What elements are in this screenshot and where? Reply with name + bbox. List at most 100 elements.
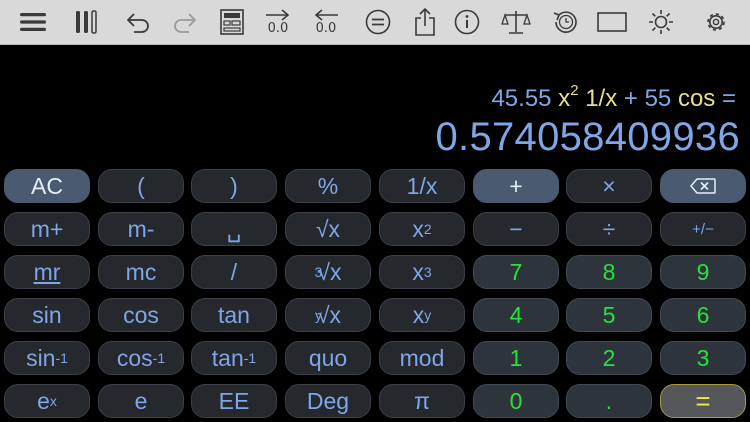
- backspace-key[interactable]: [660, 169, 746, 203]
- quotient-key[interactable]: quo: [285, 341, 371, 375]
- exponential-key[interactable]: ex: [4, 384, 90, 418]
- divide-key[interactable]: ÷: [566, 212, 652, 246]
- columns-icon: [76, 10, 97, 34]
- expression-operand-2: 55: [644, 85, 678, 112]
- sine-key[interactable]: sin: [4, 298, 90, 332]
- memory-clear-key[interactable]: mc: [98, 255, 184, 289]
- exponent-entry-key[interactable]: EE: [191, 384, 277, 418]
- layout-button[interactable]: [215, 6, 249, 38]
- settings-icon: [707, 13, 725, 31]
- cube-key-label: x: [412, 258, 424, 285]
- undo-icon: [127, 13, 149, 33]
- digit-2-key[interactable]: 2: [566, 341, 652, 375]
- arccosine-key[interactable]: cos -1: [98, 341, 184, 375]
- memory-subtract-key[interactable]: m-: [98, 212, 184, 246]
- digit-9-key[interactable]: 9: [660, 255, 746, 289]
- square-root-key[interactable]: √x: [285, 212, 371, 246]
- equals-key[interactable]: =: [660, 384, 746, 418]
- menu-button[interactable]: [16, 6, 50, 38]
- digit-1-key[interactable]: 1: [473, 341, 559, 375]
- equals-button[interactable]: [361, 6, 395, 38]
- expression-reciprocal: 1/x: [578, 85, 618, 112]
- space-key[interactable]: ␣: [191, 212, 277, 246]
- pi-key[interactable]: π: [379, 384, 465, 418]
- multiply-key[interactable]: ×: [566, 169, 652, 203]
- digit-4-key[interactable]: 4: [473, 298, 559, 332]
- exponential-key-label: e: [37, 387, 50, 414]
- result-value: 0.574058409936: [435, 115, 740, 159]
- digit-8-key[interactable]: 8: [566, 255, 652, 289]
- cube-key[interactable]: x3: [379, 255, 465, 289]
- expression-line: 45.55 x2 1/x + 55 cos =: [491, 82, 736, 113]
- settings-button[interactable]: [699, 6, 733, 38]
- move-left-button[interactable]: 0.0: [309, 6, 343, 38]
- slash-key[interactable]: /: [191, 255, 277, 289]
- euler-key[interactable]: e: [98, 384, 184, 418]
- minus-key[interactable]: −: [473, 212, 559, 246]
- angle-mode-key[interactable]: Deg: [285, 384, 371, 418]
- scale-button[interactable]: [499, 6, 533, 38]
- plus-minus-key[interactable]: +/−: [660, 212, 746, 246]
- info-button[interactable]: [450, 6, 484, 38]
- arcsine-key-label: sin: [26, 344, 56, 371]
- cube-root-label: √x: [317, 258, 342, 285]
- expression-cos: cos: [677, 85, 716, 112]
- history-button[interactable]: [548, 6, 582, 38]
- plus-key[interactable]: +: [473, 169, 559, 203]
- redo-icon: [174, 13, 196, 33]
- layout-icon: [220, 9, 244, 35]
- cosine-key[interactable]: cos: [98, 298, 184, 332]
- digit-6-key[interactable]: 6: [660, 298, 746, 332]
- display-area: 45.55 x2 1/x + 55 cos = 0.574058409936: [0, 45, 750, 165]
- redo-button[interactable]: [168, 6, 202, 38]
- modulo-key[interactable]: mod: [379, 341, 465, 375]
- open-paren-key[interactable]: (: [98, 169, 184, 203]
- tangent-key[interactable]: tan: [191, 298, 277, 332]
- equals-circle-icon: [365, 9, 391, 35]
- move-right-icon: [266, 8, 290, 21]
- power-key[interactable]: xy: [379, 298, 465, 332]
- cube-root-key[interactable]: 3 √x: [285, 255, 371, 289]
- expression-plus: +: [617, 85, 645, 112]
- digit-5-key[interactable]: 5: [566, 298, 652, 332]
- decimal-point-key[interactable]: .: [566, 384, 652, 418]
- arctangent-key[interactable]: tan -1: [191, 341, 277, 375]
- power-key-label: x: [412, 301, 425, 328]
- memory-add-key[interactable]: m+: [4, 212, 90, 246]
- move-left-label: 0.0: [315, 20, 337, 36]
- history-icon: [553, 11, 577, 33]
- backspace-icon: [690, 178, 716, 194]
- digit-0-key[interactable]: 0: [473, 384, 559, 418]
- digit-3-key[interactable]: 3: [660, 341, 746, 375]
- close-paren-key[interactable]: ): [191, 169, 277, 203]
- brightness-button[interactable]: [644, 6, 678, 38]
- move-left-icon: [314, 8, 338, 21]
- arcsine-key[interactable]: sin -1: [4, 341, 90, 375]
- memory-recall-key[interactable]: mr: [4, 255, 90, 289]
- digit-7-key[interactable]: 7: [473, 255, 559, 289]
- move-right-label: 0.0: [267, 20, 289, 36]
- all-clear-key[interactable]: AC: [4, 169, 90, 203]
- undo-button[interactable]: [121, 6, 155, 38]
- share-icon: [415, 8, 435, 36]
- window-icon: [597, 12, 627, 32]
- scale-icon: [501, 11, 531, 34]
- nth-root-key[interactable]: y √x: [285, 298, 371, 332]
- share-button[interactable]: [408, 6, 442, 38]
- move-right-button[interactable]: 0.0: [261, 6, 295, 38]
- arccosine-key-label: cos: [116, 344, 153, 371]
- brightness-icon: [649, 10, 673, 34]
- square-key-label: x: [412, 215, 424, 242]
- expression-operand: 45.55: [491, 85, 559, 112]
- nth-root-label: √x: [316, 301, 342, 328]
- toolbar: 0.0 0.0: [0, 0, 750, 45]
- expression-square: x2: [558, 82, 579, 112]
- square-key[interactable]: x2: [379, 212, 465, 246]
- columns-button[interactable]: [69, 6, 103, 38]
- window-button[interactable]: [595, 6, 629, 38]
- reciprocal-key[interactable]: 1/x: [379, 169, 465, 203]
- menu-icon: [20, 13, 46, 31]
- percent-key[interactable]: %: [285, 169, 371, 203]
- arctangent-key-label: tan: [211, 344, 244, 371]
- info-icon: [454, 9, 480, 35]
